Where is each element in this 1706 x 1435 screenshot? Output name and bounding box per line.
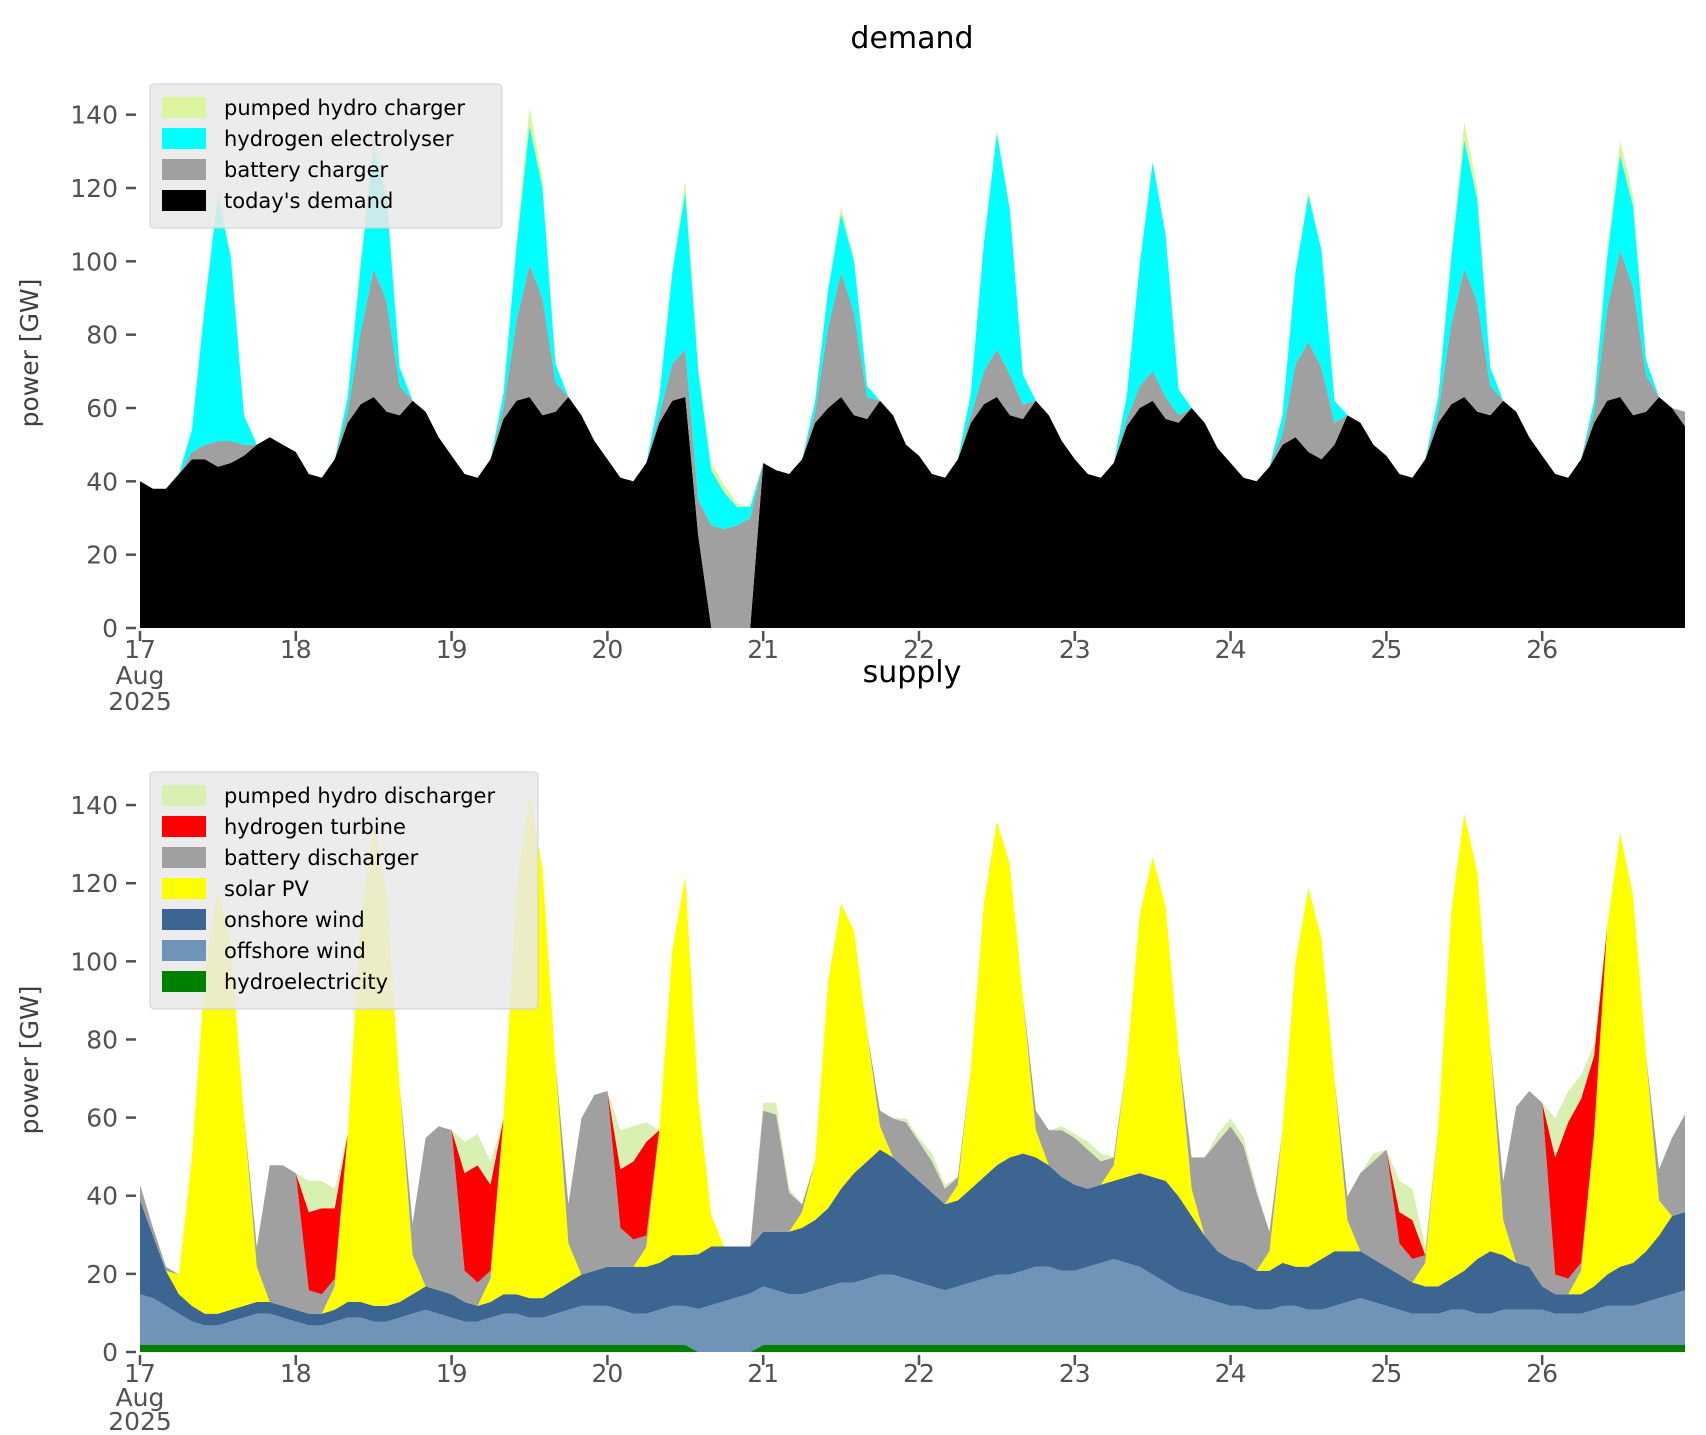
legend-label-today-s-demand: today's demand (224, 189, 393, 213)
area-hydroelectricity (140, 1345, 1685, 1352)
x-tick-label: 22 (903, 1359, 935, 1388)
supply-y-axis-label: power [GW] (15, 986, 44, 1135)
x-tick-label: 19 (436, 635, 468, 664)
x-tick-label: 21 (747, 1359, 779, 1388)
x-tick-label: 25 (1370, 635, 1402, 664)
y-tick-label: 60 (86, 1104, 118, 1133)
x-tick-label: 26 (1526, 1359, 1558, 1388)
supply-chart-title: supply (863, 655, 962, 690)
legend-swatch-hydrogen-electrolyser (162, 128, 206, 149)
stacked-area-figure: demand power [GW] 0 20 40 60 80 100 120 140 17Au… (15, 21, 1685, 1435)
legend-label-hydrogen-electrolyser: hydrogen electrolyser (224, 127, 454, 151)
y-tick-label: 140 (70, 101, 118, 130)
y-tick-label: 120 (70, 869, 118, 898)
y-tick-label: 120 (70, 174, 118, 203)
y-tick-label: 80 (86, 1025, 118, 1054)
x-tick-label: 18 (280, 1359, 312, 1388)
x-tick-label: 25 (1370, 1359, 1402, 1388)
y-tick-label: 100 (70, 947, 118, 976)
x-tick-label: 26 (1526, 635, 1558, 664)
y-tick-label: 40 (86, 467, 118, 496)
legend-label-pumped-hydro-charger: pumped hydro charger (224, 96, 465, 120)
legend-swatch-solar-pv (162, 878, 206, 899)
y-tick-label: 80 (86, 321, 118, 350)
x-tick-label: 21 (747, 635, 779, 664)
legend-swatch-today-s-demand (162, 190, 206, 211)
demand-chart: 02040608010012014017Aug202518 19 20 21 22 23 2… (70, 83, 1685, 716)
y-tick-label: 40 (86, 1182, 118, 1211)
demand-chart-title: demand (850, 21, 973, 56)
x-tick-label: 17 (124, 635, 156, 664)
x-tick-label: 23 (1059, 635, 1091, 664)
legend-swatch-battery-charger (162, 159, 206, 180)
y-tick-label: 0 (102, 1338, 118, 1367)
legend-swatch-pumped-hydro-charger (162, 97, 206, 118)
legend-label-battery-discharger: battery discharger (224, 846, 419, 870)
legend-swatch-pumped-hydro-discharger (162, 785, 206, 806)
legend-swatch-hydrogen-turbine (162, 816, 206, 837)
supply-chart: 02040608010012014017Aug202518 19 20 21 22 23 2… (70, 771, 1685, 1435)
legend-label-battery-charger: battery charger (224, 158, 389, 182)
legend-swatch-offshore-wind (162, 940, 206, 961)
x-tick-sublabel: 2025 (108, 1407, 172, 1431)
x-tick-label: 20 (591, 1359, 623, 1388)
legend-label-offshore-wind: offshore wind (224, 939, 366, 963)
legend-swatch-battery-discharger (162, 847, 206, 868)
x-tick-label: 20 (591, 635, 623, 664)
y-tick-label: 20 (86, 1260, 118, 1289)
x-tick-label: 23 (1059, 1359, 1091, 1388)
demand-y-axis-label: power [GW] (15, 279, 44, 428)
legend-label-solar-pv: solar PV (224, 877, 309, 901)
legend-label-onshore-wind: onshore wind (224, 908, 365, 932)
legend-swatch-hydroelectricity (162, 971, 206, 992)
x-tick-label: 18 (280, 635, 312, 664)
legend-label-pumped-hydro-discharger: pumped hydro discharger (224, 784, 495, 808)
y-tick-label: 140 (70, 791, 118, 820)
legend-label-hydrogen-turbine: hydrogen turbine (224, 815, 406, 839)
figure: demand power [GW] 0 20 40 60 80 100 120 140 17 Au… (0, 0, 1706, 1435)
y-tick-label: 60 (86, 394, 118, 423)
y-tick-label: 20 (86, 541, 118, 570)
area-today-s-demand (140, 397, 1685, 628)
x-tick-sublabel: Aug (116, 661, 165, 690)
legend-swatch-onshore-wind (162, 909, 206, 930)
x-tick-label: 24 (1215, 1359, 1247, 1388)
x-tick-sublabel: 2025 (108, 687, 172, 716)
x-tick-label: 19 (436, 1359, 468, 1388)
y-tick-label: 0 (102, 614, 118, 643)
legend-label-hydroelectricity: hydroelectricity (224, 970, 388, 994)
y-tick-label: 100 (70, 247, 118, 276)
x-tick-label: 24 (1215, 635, 1247, 664)
